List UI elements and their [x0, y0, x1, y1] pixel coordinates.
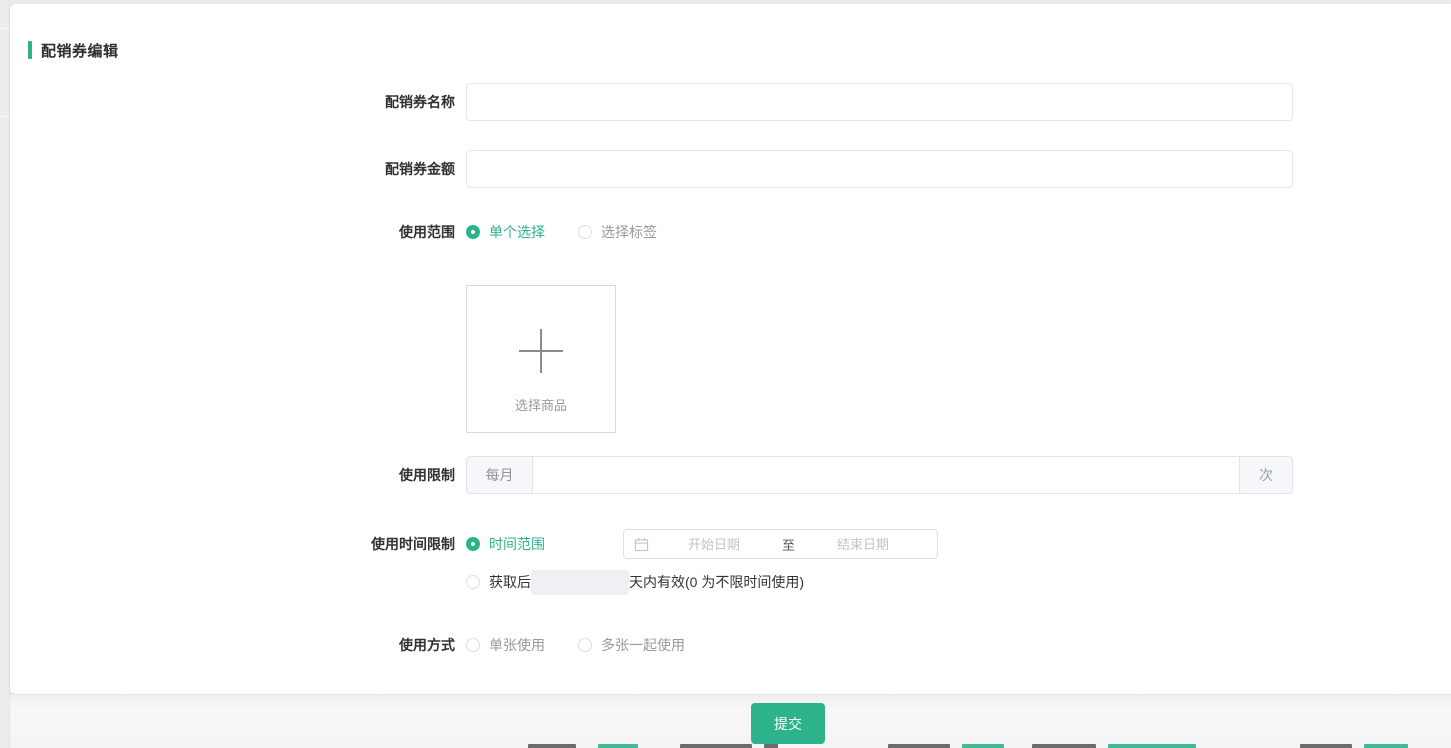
- coupon-name-input[interactable]: [466, 83, 1293, 121]
- usage-limit-suffix: 次: [1239, 457, 1292, 493]
- clipped-text-fragment: [598, 744, 638, 748]
- clipped-text-fragment: [962, 744, 1004, 748]
- title-accent-bar: [28, 41, 32, 59]
- scope-option-tag[interactable]: 选择标签: [578, 222, 657, 242]
- radio-unselected-icon[interactable]: [578, 638, 592, 652]
- form-row-time-limit: 使用时间限制 时间范围 至: [0, 528, 1293, 560]
- sidebar-divider: [0, 28, 10, 29]
- clipped-text-fragment: [680, 744, 752, 748]
- select-product-tile[interactable]: 选择商品: [466, 285, 616, 433]
- usage-limit-input[interactable]: [533, 457, 1239, 493]
- form-row-amount: 配销券金额: [0, 150, 1293, 188]
- clipped-text-fragment: [528, 744, 576, 748]
- usage-limit-label: 使用限制: [0, 465, 466, 485]
- amount-field-label: 配销券金额: [0, 159, 466, 179]
- days-valid-option[interactable]: 获取后: [466, 572, 531, 592]
- clipped-text-fragment: [1032, 744, 1096, 748]
- method-option-multiple[interactable]: 多张一起使用: [578, 635, 685, 655]
- start-date-input[interactable]: [650, 536, 778, 553]
- radio-selected-icon[interactable]: [466, 225, 480, 239]
- select-product-label: 选择商品: [515, 395, 567, 414]
- radio-unselected-icon[interactable]: [578, 225, 592, 239]
- scope-option-single-label[interactable]: 单个选择: [489, 222, 545, 242]
- clipped-text-fragment: [888, 744, 950, 748]
- footer-bar: [10, 694, 1451, 748]
- name-field-label: 配销券名称: [0, 92, 466, 112]
- form-row-name: 配销券名称: [0, 83, 1293, 121]
- radio-selected-icon[interactable]: [466, 537, 480, 551]
- method-option-single[interactable]: 单张使用: [466, 635, 545, 655]
- time-limit-label: 使用时间限制: [0, 534, 466, 554]
- radio-unselected-icon[interactable]: [466, 575, 480, 589]
- calendar-icon: [634, 537, 650, 552]
- form-row-usage-limit: 使用限制 每月 次: [0, 456, 1293, 494]
- clipped-text-fragment: [764, 744, 778, 748]
- time-range-option[interactable]: 时间范围: [466, 534, 545, 554]
- scope-label: 使用范围: [0, 222, 466, 242]
- scope-option-single[interactable]: 单个选择: [466, 222, 545, 242]
- end-date-input[interactable]: [799, 536, 927, 553]
- time-range-option-label[interactable]: 时间范围: [489, 534, 545, 554]
- days-valid-input[interactable]: [531, 570, 629, 595]
- page-header: 配销券编辑: [28, 40, 119, 60]
- scope-option-tag-label[interactable]: 选择标签: [601, 222, 657, 242]
- submit-button[interactable]: 提交: [751, 703, 825, 744]
- days-valid-prefix[interactable]: 获取后: [489, 572, 531, 592]
- method-option-single-label[interactable]: 单张使用: [489, 635, 545, 655]
- radio-unselected-icon[interactable]: [466, 638, 480, 652]
- clipped-text-fragment: [1300, 744, 1352, 748]
- clipped-text-fragment: [1108, 744, 1196, 748]
- usage-limit-prefix: 每月: [467, 457, 533, 493]
- date-range-picker[interactable]: 至: [623, 529, 938, 559]
- form-row-usage-method: 使用方式 单张使用 多张一起使用: [0, 634, 1293, 656]
- clipped-text-fragment: [1364, 744, 1408, 748]
- plus-icon: [519, 329, 563, 373]
- form-row-scope: 使用范围 单个选择 选择标签: [0, 221, 1293, 243]
- days-valid-suffix: 天内有效(0 为不限时间使用): [629, 572, 804, 592]
- coupon-amount-input[interactable]: [466, 150, 1293, 188]
- form-row-days-valid: 获取后 天内有效(0 为不限时间使用): [466, 569, 1293, 595]
- usage-method-label: 使用方式: [0, 635, 466, 655]
- usage-limit-input-group: 每月 次: [466, 456, 1293, 494]
- date-range-separator: 至: [778, 535, 799, 554]
- page-title: 配销券编辑: [41, 40, 119, 61]
- method-option-multiple-label[interactable]: 多张一起使用: [601, 635, 685, 655]
